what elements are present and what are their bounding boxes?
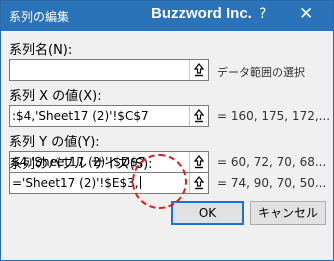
- y-values-label: 系列 Y の値(Y):: [9, 135, 100, 150]
- bubble-size-result: = 74, 90, 70, 50...: [217, 176, 327, 190]
- help-button[interactable]: ?: [259, 6, 266, 22]
- collapse-dialog-button[interactable]: [190, 60, 208, 80]
- range-select-icon: [194, 63, 204, 77]
- range-select-icon: [194, 109, 204, 123]
- ok-button[interactable]: OK: [171, 201, 244, 225]
- watermark-text: Buzzword Inc.: [151, 5, 252, 22]
- dialog-title: 系列の編集: [9, 10, 70, 24]
- x-values-field[interactable]: :$4,'Sheet17 (2)'!$C$7: [9, 105, 209, 127]
- x-values-result: = 160, 175, 172,...: [217, 109, 331, 123]
- collapse-dialog-button[interactable]: [190, 173, 208, 193]
- series-name-label: 系列名(N):: [9, 43, 73, 58]
- x-values-label: 系列 X の値(X):: [9, 89, 102, 104]
- select-data-range-hint: データ範囲の選択: [217, 66, 305, 79]
- close-button[interactable]: ✕: [299, 4, 313, 24]
- collapse-dialog-button[interactable]: [190, 152, 208, 172]
- x-values-value: :$4,'Sheet17 (2)'!$C$7: [12, 109, 149, 123]
- range-select-icon: [194, 155, 204, 169]
- highlight-circle: [132, 154, 187, 209]
- cancel-button[interactable]: キャンセル: [250, 201, 326, 225]
- bubble-size-label: 系列のバブル サイズ(S):: [9, 157, 153, 172]
- y-values-result: = 60, 72, 70, 68...: [217, 155, 327, 169]
- bubble-size-value: ='Sheet17 (2)'!$E$3,: [12, 176, 139, 190]
- range-select-icon: [194, 176, 204, 190]
- bubble-size-value-wrap: ='Sheet17 (2)'!$E$3,: [12, 176, 141, 190]
- collapse-dialog-button[interactable]: [190, 106, 208, 126]
- series-name-field[interactable]: [9, 59, 209, 81]
- title-bar: 系列の編集 Buzzword Inc. ? ✕: [1, 1, 333, 31]
- edit-series-dialog: 系列の編集 Buzzword Inc. ? ✕ 系列名(N): データ範囲の選択…: [0, 0, 334, 261]
